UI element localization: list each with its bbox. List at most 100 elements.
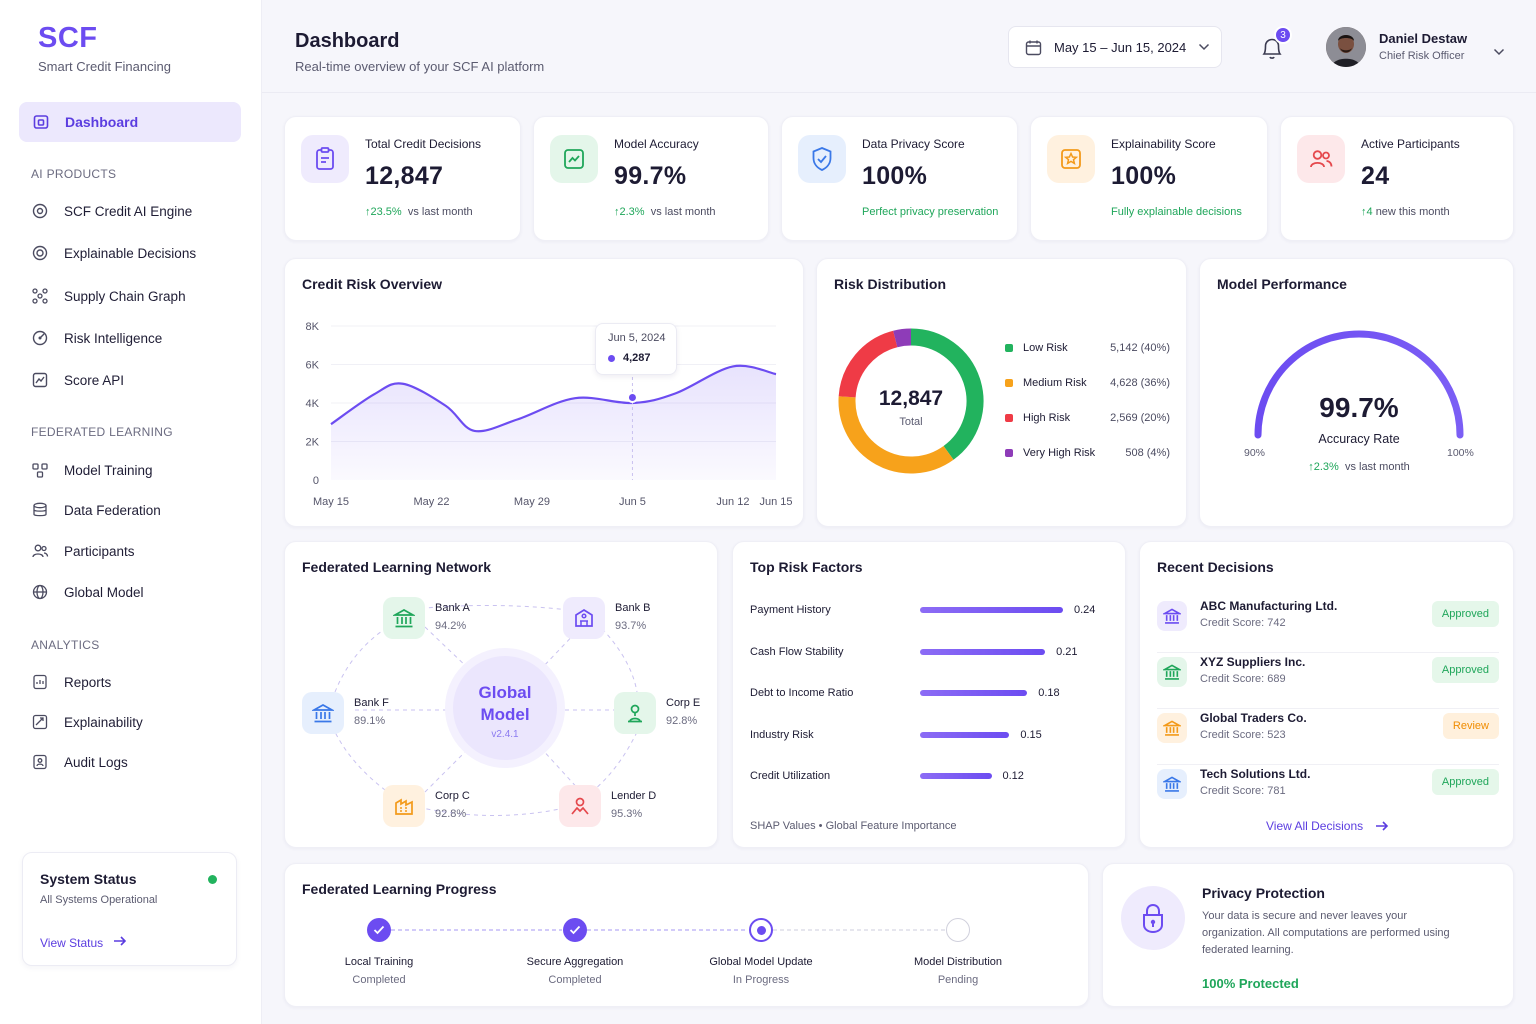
sidebar-item-participants[interactable]: Participants xyxy=(31,539,135,563)
node-name: Bank B xyxy=(615,602,651,614)
step-name: Global Model Update xyxy=(709,956,813,968)
credit-risk-overview-card: Credit Risk Overview 8K 6K 4K 2K 0 May 15 May … xyxy=(284,258,804,527)
network-node-lender-d[interactable]: Lender D 95.3% xyxy=(559,785,656,827)
kpi-foot-text: vs last month xyxy=(407,206,473,218)
bank-icon xyxy=(1157,601,1187,631)
legend-swatch xyxy=(1005,414,1013,422)
kpi-label: Active Participants xyxy=(1361,137,1460,151)
training-icon xyxy=(31,461,49,479)
chevron-down-icon xyxy=(1198,43,1210,51)
kpi-footnote: ↑23.5% vs last month xyxy=(365,206,473,218)
view-all-decisions-link[interactable]: View All Decisions xyxy=(1266,819,1389,833)
legend-value: 5,142 (40%) xyxy=(1110,342,1170,354)
legend-swatch xyxy=(1005,379,1013,387)
kpi-card-explainability-score[interactable]: Explainability Score 100% Fully explaina… xyxy=(1030,116,1268,241)
sidebar-item-explainability[interactable]: Explainability xyxy=(31,710,143,734)
sidebar-item-explainable-decisions[interactable]: Explainable Decisions xyxy=(31,241,196,265)
gauge-label: Accuracy Rate xyxy=(1318,432,1400,446)
step-name: Secure Aggregation xyxy=(526,956,624,968)
in-progress-icon xyxy=(749,918,773,942)
sidebar-item-risk-intelligence[interactable]: Risk Intelligence xyxy=(31,326,162,350)
avatar[interactable] xyxy=(1326,27,1366,67)
decision-row[interactable]: XYZ Suppliers Inc. Credit Score: 689 App… xyxy=(1157,653,1499,709)
kpi-delta: ↑23.5% xyxy=(365,206,402,218)
status-indicator xyxy=(208,875,217,884)
legend-label: Very High Risk xyxy=(1023,447,1096,459)
global-model-line1: Global xyxy=(478,683,532,702)
network-node-bank-a[interactable]: Bank A 94.2% xyxy=(383,597,470,639)
sidebar-item-label: Explainability xyxy=(64,714,143,730)
node-name: Bank A xyxy=(435,602,470,614)
sidebar-item-supply-chain-graph[interactable]: Supply Chain Graph xyxy=(31,284,186,308)
decision-company: ABC Manufacturing Ltd. xyxy=(1200,599,1338,613)
user-menu-chevron-icon[interactable] xyxy=(1493,43,1505,61)
star-icon xyxy=(1047,135,1095,183)
progress-step-model-distribution: Model Distribution Pending xyxy=(878,918,1038,986)
date-range-picker[interactable]: May 15 – Jun 15, 2024 xyxy=(1008,26,1222,68)
target-icon xyxy=(31,244,49,262)
bank-icon xyxy=(563,597,605,639)
kpi-footnote: ↑2.3% vs last month xyxy=(614,206,716,218)
sidebar-item-score-api[interactable]: Score API xyxy=(31,368,124,392)
sidebar-item-scf-credit-ai-engine[interactable]: SCF Credit AI Engine xyxy=(31,199,192,223)
system-status-title: System Status xyxy=(40,871,137,887)
gauge-delta: ↑2.3% xyxy=(1308,461,1339,473)
trend-icon xyxy=(550,135,598,183)
legend-value: 4,628 (36%) xyxy=(1110,377,1170,389)
global-model-label[interactable]: Global Model v2.4.1 xyxy=(453,682,557,744)
decision-row[interactable]: ABC Manufacturing Ltd. Credit Score: 742… xyxy=(1157,597,1499,653)
node-text: Bank A 94.2% xyxy=(435,599,470,635)
decision-row[interactable]: Global Traders Co. Credit Score: 523 Rev… xyxy=(1157,709,1499,765)
node-text: Bank F 89.1% xyxy=(354,694,389,730)
tooltip-value: 4,287 xyxy=(623,352,651,364)
sidebar-item-model-training[interactable]: Model Training xyxy=(31,458,153,482)
step-state: Pending xyxy=(937,974,979,986)
decision-row[interactable]: Tech Solutions Ltd. Credit Score: 781 Ap… xyxy=(1157,765,1499,821)
node-text: Lender D 95.3% xyxy=(611,787,656,823)
risk-factor-value: 0.18 xyxy=(1038,687,1060,699)
network-node-corp-e[interactable]: Corp E 92.8% xyxy=(614,692,700,734)
card-title: Top Risk Factors xyxy=(750,559,863,575)
sidebar-item-audit-logs[interactable]: Audit Logs xyxy=(31,750,128,774)
brand-logo[interactable]: SCF xyxy=(38,22,171,55)
network-node-corp-c[interactable]: Corp C 92.8% xyxy=(383,785,470,827)
risk-distribution-card: Risk Distribution 12,847 Total Low Risk 5… xyxy=(816,258,1187,527)
kpi-value: 24 xyxy=(1361,162,1390,190)
radar-icon xyxy=(31,329,49,347)
privacy-title: Privacy Protection xyxy=(1202,885,1325,901)
kpi-delta: ↑4 xyxy=(1361,206,1373,218)
sidebar-item-label: Risk Intelligence xyxy=(64,330,163,346)
bank-icon xyxy=(1157,713,1187,743)
gauge-max: 100% xyxy=(1447,447,1474,459)
kpi-card-total-credit-decisions[interactable]: Total Credit Decisions 12,847 ↑23.5% vs … xyxy=(284,116,521,241)
sidebar-item-dashboard[interactable]: Dashboard xyxy=(19,102,241,142)
decision-company: XYZ Suppliers Inc. xyxy=(1200,655,1306,669)
view-status-link[interactable]: View Status xyxy=(40,935,127,950)
chart-icon xyxy=(31,371,49,389)
kpi-card-model-accuracy[interactable]: Model Accuracy 99.7% ↑2.3% vs last month xyxy=(533,116,769,241)
kpi-card-data-privacy-score[interactable]: Data Privacy Score 100% Perfect privacy … xyxy=(781,116,1018,241)
tooltip-date: Jun 5, 2024 xyxy=(608,332,666,344)
sidebar-item-global-model[interactable]: Global Model xyxy=(31,580,144,604)
sidebar-item-label: Audit Logs xyxy=(64,754,128,770)
y-tick-label: 0 xyxy=(313,475,319,487)
credit-risk-chart[interactable]: 8K 6K 4K 2K 0 May 15 May 22 May 29 Jun 5 Jun 12 Ju… xyxy=(285,259,805,528)
risk-factor-bar xyxy=(920,607,1063,613)
network-node-bank-f[interactable]: Bank F 89.1% xyxy=(302,692,389,734)
calendar-icon xyxy=(1025,39,1042,56)
top-risk-factors-card: Top Risk Factors Payment History 0.24 Cash… xyxy=(732,541,1126,848)
system-status-card: System Status All Systems Operational Vi… xyxy=(22,852,237,966)
sidebar-item-data-federation[interactable]: Data Federation xyxy=(31,498,161,522)
kpi-value: 100% xyxy=(862,162,928,190)
notifications-button[interactable]: 3 xyxy=(1259,26,1292,62)
chart-tooltip: Jun 5, 2024 4,287 xyxy=(595,323,677,375)
status-badge: Approved xyxy=(1431,657,1499,683)
user-name[interactable]: Daniel Destaw xyxy=(1379,31,1467,46)
sidebar-item-reports[interactable]: Reports xyxy=(31,670,111,694)
sidebar-item-label: Supply Chain Graph xyxy=(64,288,186,304)
node-name: Lender D xyxy=(611,790,657,802)
audit-icon xyxy=(31,753,49,771)
kpi-card-active-participants[interactable]: Active Participants 24 ↑4 new this month xyxy=(1280,116,1514,241)
network-node-bank-b[interactable]: Bank B 93.7% xyxy=(563,597,650,639)
y-tick-label: 4K xyxy=(306,398,320,410)
